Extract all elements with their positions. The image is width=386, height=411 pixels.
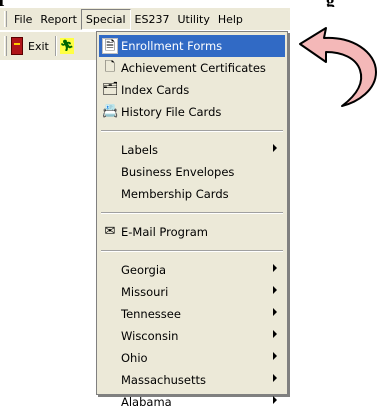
menu-item-label: Business Envelopes	[121, 165, 235, 179]
menu-item-label: Alabama	[121, 395, 172, 409]
history-cards-icon: 📇	[102, 104, 119, 119]
menu-item-achievement-certificates[interactable]: 🗋 Achievement Certificates	[97, 57, 287, 79]
running-man-icon[interactable]: 🏃︎	[59, 38, 74, 54]
menu-es237[interactable]: ES237	[131, 10, 174, 29]
menu-item-ohio[interactable]: Ohio	[97, 347, 287, 369]
menu-item-missouri[interactable]: Missouri	[97, 281, 287, 303]
menu-item-label: Tennessee	[121, 307, 181, 321]
menu-item-email-program[interactable]: ✉ E-Mail Program	[97, 221, 287, 243]
submenu-arrow-icon	[273, 330, 277, 338]
menu-item-label: History File Cards	[121, 105, 222, 119]
submenu-arrow-icon	[273, 264, 277, 272]
submenu-arrow-icon	[273, 144, 277, 152]
certificate-icon: 🗋	[104, 60, 116, 75]
menu-item-label: Missouri	[121, 285, 169, 299]
document-icon: 🗎	[102, 38, 118, 54]
cropped-heading: I g	[0, 0, 386, 7]
menu-separator	[101, 130, 283, 132]
index-cards-icon: 🗂	[102, 82, 119, 97]
toolbar-grip[interactable]	[4, 36, 7, 56]
menu-item-label: Wisconsin	[121, 329, 179, 343]
special-menu-dropdown: 🗎 Enrollment Forms 🗋 Achievement Certifi…	[96, 31, 288, 409]
menu-item-labels[interactable]: Labels	[97, 139, 287, 161]
menu-item-history-file-cards[interactable]: 📇 History File Cards	[97, 101, 287, 123]
menu-item-label: Georgia	[121, 263, 167, 277]
menu-item-enrollment-forms[interactable]: 🗎 Enrollment Forms	[99, 35, 285, 57]
submenu-arrow-icon	[273, 396, 277, 404]
menu-item-georgia[interactable]: Georgia	[97, 259, 287, 281]
submenu-arrow-icon	[273, 286, 277, 294]
menu-report[interactable]: Report	[36, 10, 80, 29]
menu-item-label: Membership Cards	[121, 187, 229, 201]
menu-item-membership-cards[interactable]: Membership Cards	[97, 183, 287, 205]
menu-item-business-envelopes[interactable]: Business Envelopes	[97, 161, 287, 183]
menu-special[interactable]: Special	[80, 8, 131, 30]
menu-item-alabama[interactable]: Alabama	[97, 391, 287, 411]
submenu-arrow-icon	[273, 352, 277, 360]
email-icon: ✉	[104, 224, 116, 239]
curved-arrow-icon	[299, 27, 377, 107]
heading-fragment-left: I	[0, 0, 5, 7]
menu-item-label: Index Cards	[121, 83, 190, 97]
toolbar: Exit 🏃︎	[0, 32, 96, 60]
menu-item-label: Ohio	[121, 351, 148, 365]
submenu-arrow-icon	[273, 308, 277, 316]
menu-item-index-cards[interactable]: 🗂 Index Cards	[97, 79, 287, 101]
menu-item-label: Labels	[121, 143, 159, 157]
menu-separator	[101, 212, 283, 214]
submenu-arrow-icon	[273, 374, 277, 382]
menubar-grip[interactable]	[4, 11, 7, 27]
exit-button-label[interactable]: Exit	[28, 40, 49, 53]
menu-item-wisconsin[interactable]: Wisconsin	[97, 325, 287, 347]
menu-item-label: E-Mail Program	[121, 225, 208, 239]
menu-item-massachusetts[interactable]: Massachusetts	[97, 369, 287, 391]
menu-help[interactable]: Help	[214, 10, 247, 29]
menu-utility[interactable]: Utility	[173, 10, 213, 29]
menu-item-label: Massachusetts	[121, 373, 206, 387]
exit-door-icon[interactable]	[11, 37, 23, 55]
menu-separator	[101, 250, 283, 252]
menu-item-tennessee[interactable]: Tennessee	[97, 303, 287, 325]
menu-item-label: Enrollment Forms	[121, 39, 223, 53]
heading-fragment-right: g	[326, 0, 335, 7]
menu-file[interactable]: File	[10, 10, 36, 29]
menu-item-label: Achievement Certificates	[121, 61, 266, 75]
toolbar-separator	[54, 36, 57, 56]
menu-bar: File Report Special ES237 Utility Help	[0, 8, 290, 30]
